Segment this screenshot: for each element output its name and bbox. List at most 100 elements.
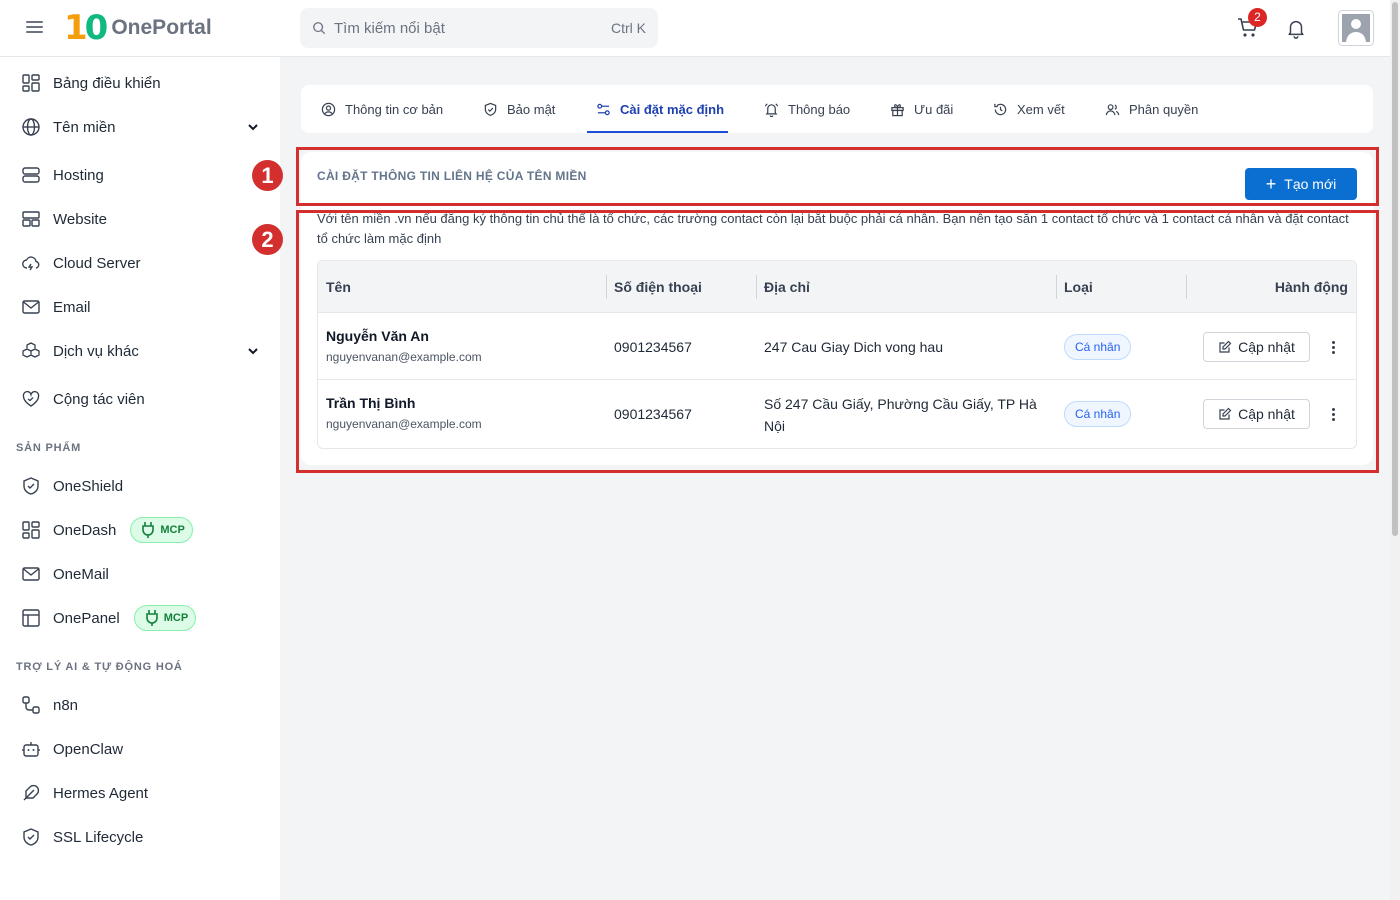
plug-icon [145,610,158,626]
sliders-icon [597,103,610,115]
bell-ring-icon [764,102,779,117]
tab-permissions[interactable]: Phân quyền [1105,85,1198,133]
sidebar-item-email[interactable]: Email [0,287,280,327]
sidebar-item-label: SSL Lifecycle [53,828,144,846]
section-label-ai: TRỢ LÝ AI & TỰ ĐỘNG HOÁ [16,661,183,673]
logo-mark: 10 [64,8,109,48]
search-placeholder: Tìm kiếm nổi bật [334,19,445,37]
sidebar-item-website[interactable]: Website [0,199,280,239]
sidebar-item-other-services[interactable]: Dịch vụ khác [0,331,280,371]
feather-icon [23,784,40,801]
bell-icon[interactable] [1285,16,1307,40]
mail-icon [22,300,40,314]
tab-label: Ưu đãi [914,101,954,117]
tab-basic-info[interactable]: Thông tin cơ bản [321,85,443,133]
settings-tabs: Thông tin cơ bản Bảo mật Cài đặt mặc địn… [301,85,1373,133]
panel-icon [22,609,40,627]
sidebar-item-cloud-server[interactable]: Cloud Server [0,243,280,283]
shield-icon [23,828,39,846]
chevron-down-icon [248,348,258,355]
tab-security[interactable]: Bảo mật [483,85,555,133]
cloud-icon [22,256,40,271]
sidebar-item-label: Email [53,298,91,316]
sidebar-item-label: OneDash [53,521,117,539]
sidebar: Bảng điều khiển Tên miền Hosting Website… [0,57,280,900]
tab-default-settings[interactable]: Cài đặt mặc định [586,85,729,133]
sidebar-item-domains[interactable]: Tên miền [0,107,280,147]
annotation-box-2 [296,210,1379,473]
sidebar-item-label: Hosting [53,166,104,184]
logo[interactable]: 10 OnePortal [64,10,212,46]
sidebar-item-label: OpenClaw [53,740,124,758]
tab-label: Phân quyền [1129,101,1199,117]
tab-label: Cài đặt mặc định [620,101,725,117]
sidebar-item-onedash[interactable]: OneDash MCP [0,510,280,550]
handshake-heart-icon [22,390,40,407]
sidebar-item-label: Dịch vụ khác [53,342,139,360]
sidebar-item-label: Hermes Agent [53,784,149,802]
logo-mark-one: 1 [64,8,88,48]
sidebar-item-ssl-lifecycle[interactable]: SSL Lifecycle [0,817,280,857]
section-label-products: SẢN PHẨM [16,442,82,454]
sidebar-item-dashboard[interactable]: Bảng điều khiển [0,63,280,103]
sidebar-item-hermes-agent[interactable]: Hermes Agent [0,773,280,813]
sidebar-item-hosting[interactable]: Hosting [0,155,280,195]
top-header: 10 OnePortal Tìm kiếm nổi bật Ctrl K 2 [0,0,1400,57]
annotation-marker-1: 1 [252,160,283,191]
sidebar-item-label: Bảng điều khiển [53,74,161,92]
user-circle-icon [321,102,336,116]
sidebar-item-n8n[interactable]: n8n [0,685,280,725]
hamburger-menu-icon[interactable] [26,18,48,38]
mcp-badge-label: MCP [160,524,185,536]
avatar[interactable] [1338,10,1374,46]
avatar-placeholder-icon [1342,14,1370,42]
dashboard-icon [22,74,40,92]
server-icon [22,167,40,183]
search-input[interactable]: Tìm kiếm nổi bật Ctrl K [300,8,658,48]
sidebar-item-label: Cloud Server [53,254,141,272]
shield-check-icon [484,102,497,116]
plug-icon [142,522,155,538]
sidebar-item-openclaw[interactable]: OpenClaw [0,729,280,769]
annotation-marker-2: 2 [252,224,283,255]
mcp-badge: MCP [130,517,193,543]
mail-icon [22,567,40,581]
sidebar-item-onemail[interactable]: OneMail [0,554,280,594]
users-icon [1105,103,1120,115]
sidebar-item-affiliates[interactable]: Cộng tác viên [0,379,280,419]
sidebar-item-onepanel[interactable]: OnePanel MCP [0,598,280,638]
chevron-down-icon [248,124,258,131]
dashboard-icon [22,521,40,539]
logo-mark-zero: 0 [84,8,109,48]
tab-audit-log[interactable]: Xem vết [993,85,1065,133]
search-shortcut: Ctrl K [611,20,646,36]
sidebar-item-label: Website [53,210,107,228]
search-icon [313,22,326,35]
tab-notifications[interactable]: Thông báo [764,85,850,133]
workflow-icon [22,696,40,714]
sidebar-item-label: OneShield [53,477,124,495]
sidebar-item-label: Cộng tác viên [53,390,145,408]
tab-offers[interactable]: Ưu đãi [890,85,953,133]
layout-icon [22,211,40,227]
mcp-badge-label: MCP [163,612,189,624]
globe-icon [22,118,40,136]
shield-icon [23,477,39,495]
sidebar-item-label: Tên miền [53,118,116,136]
sidebar-item-oneshield[interactable]: OneShield [0,466,280,506]
sidebar-item-label: n8n [53,696,79,714]
scrollbar-thumb[interactable] [1392,2,1398,536]
boxes-icon [22,342,40,358]
sidebar-item-label: OnePanel [53,609,120,627]
tab-label: Thông tin cơ bản [345,101,444,117]
gift-icon [891,103,904,116]
sidebar-item-label: OneMail [53,565,109,583]
tab-label: Thông báo [788,101,851,117]
tab-label: Bảo mật [507,101,556,117]
history-icon [994,103,1007,115]
mcp-badge: MCP [133,605,197,631]
logo-text: OnePortal [111,16,212,39]
annotation-box-1 [296,147,1379,206]
page-scrollbar[interactable] [1390,0,1400,900]
tab-label: Xem vết [1017,101,1065,117]
